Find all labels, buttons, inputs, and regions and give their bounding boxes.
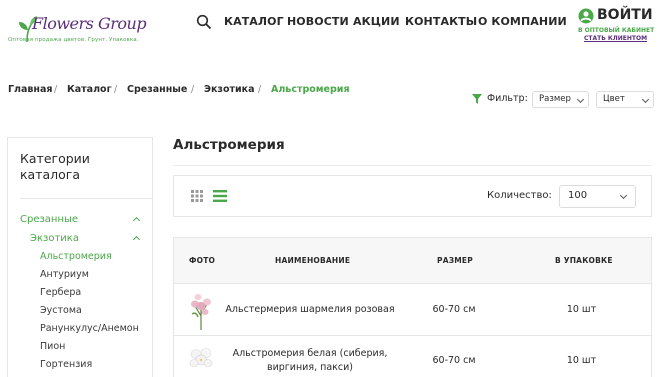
chevron-down-icon (641, 95, 650, 104)
sidebar-item-ranunculus[interactable]: Ранункулус/Анемон (40, 323, 139, 334)
product-photo (191, 294, 211, 330)
product-pack: 10 шт (566, 355, 597, 366)
col-size: РАЗМЕР (437, 256, 473, 265)
breadcrumb-separator: / (258, 84, 262, 95)
table-row[interactable]: Альстермерия шармелия розовая 60-70 см 1… (174, 284, 651, 336)
nav-catalog[interactable]: КАТАЛОГ (224, 15, 284, 28)
sidebar-title: Категории каталога (20, 151, 90, 182)
divider (20, 198, 152, 199)
product-size: 60-70 см (432, 355, 476, 366)
logo-tagline: Оптовая продажа цветов. Грунт. Упаковка. (8, 37, 139, 43)
filter-label: Фильтр: (487, 93, 528, 104)
product-name[interactable]: Альстромерия белая (сиберия, виргиния, п… (224, 347, 396, 375)
product-photo (189, 348, 213, 367)
login-button[interactable]: ВОЙТИ (597, 7, 653, 23)
size-filter-select[interactable]: Размер (532, 91, 589, 108)
nav-about[interactable]: О КОМПАНИИ (478, 15, 567, 28)
wholesale-cabinet-link[interactable]: В ОПТОВЫЙ КАБИНЕТ (578, 27, 654, 34)
view-toolbar: Количество: 100 (173, 175, 652, 217)
logo-text: Flowers Group (32, 14, 147, 33)
breadcrumb-separator: / (191, 84, 195, 95)
catalog-sidebar: Категории каталога Срезанные Экзотика Ал… (7, 137, 153, 377)
user-icon[interactable] (578, 8, 594, 24)
nav-news[interactable]: НОВОСТИ (287, 15, 349, 28)
search-icon[interactable] (196, 14, 212, 30)
table-header: ФОТО НАИМЕНОВАНИЕ РАЗМЕР В УПАКОВКЕ (174, 238, 651, 284)
divider (173, 165, 652, 166)
col-pack: В УПАКОВКЕ (555, 256, 613, 265)
nav-promotions[interactable]: АКЦИИ (353, 15, 400, 28)
quantity-value: 100 (568, 190, 588, 201)
sidebar-item-eustoma[interactable]: Эустома (40, 305, 82, 316)
sidebar-item-anthurium[interactable]: Антуриум (40, 269, 89, 280)
breadcrumb-separator: / (114, 84, 118, 95)
sidebar-item-cut[interactable]: Срезанные (20, 214, 78, 225)
sidebar-item-gerbera[interactable]: Гербера (40, 287, 81, 298)
list-view-icon[interactable] (213, 190, 227, 202)
color-filter-select[interactable]: Цвет (596, 91, 654, 108)
breadcrumb-home[interactable]: Главная (8, 84, 53, 95)
product-name[interactable]: Альстермерия шармелия розовая (224, 303, 396, 317)
sidebar-item-exotic[interactable]: Экзотика (30, 233, 79, 244)
breadcrumb-cut[interactable]: Срезанные (127, 84, 187, 95)
table-row[interactable]: Альстромерия белая (сиберия, виргиния, п… (174, 337, 651, 377)
products-table: ФОТО НАИМЕНОВАНИЕ РАЗМЕР В УПАКОВКЕ Альс… (173, 237, 652, 377)
become-client-link[interactable]: СТАТЬ КЛИЕНТОМ (584, 35, 647, 42)
product-pack: 10 шт (566, 304, 597, 315)
color-filter-value: Цвет (603, 94, 625, 104)
grid-view-icon[interactable] (191, 190, 203, 202)
sidebar-item-alstroemeria[interactable]: Альстромерия (40, 251, 112, 262)
col-photo: ФОТО (189, 256, 216, 265)
sidebar-item-hydrangea[interactable]: Гортензия (40, 359, 92, 370)
col-name: НАИМЕНОВАНИЕ (275, 256, 351, 265)
chevron-up-icon[interactable] (132, 235, 141, 244)
quantity-label: Количество: (487, 190, 552, 201)
chevron-down-icon (619, 191, 628, 200)
nav-contacts[interactable]: КОНТАКТЫ (405, 15, 477, 28)
filter-icon (472, 94, 482, 104)
sidebar-item-peony[interactable]: Пион (40, 341, 65, 352)
breadcrumb-catalog[interactable]: Каталог (67, 84, 112, 95)
size-filter-value: Размер (539, 94, 571, 104)
page-title: Альстромерия (173, 137, 285, 153)
breadcrumb-exotic[interactable]: Экзотика (204, 84, 255, 95)
chevron-up-icon[interactable] (132, 216, 141, 225)
quantity-select[interactable]: 100 (559, 185, 636, 208)
product-size: 60-70 см (432, 304, 476, 315)
breadcrumb-separator: / (54, 84, 58, 95)
breadcrumb-current: Альстромерия (271, 84, 350, 95)
chevron-down-icon (576, 95, 585, 104)
